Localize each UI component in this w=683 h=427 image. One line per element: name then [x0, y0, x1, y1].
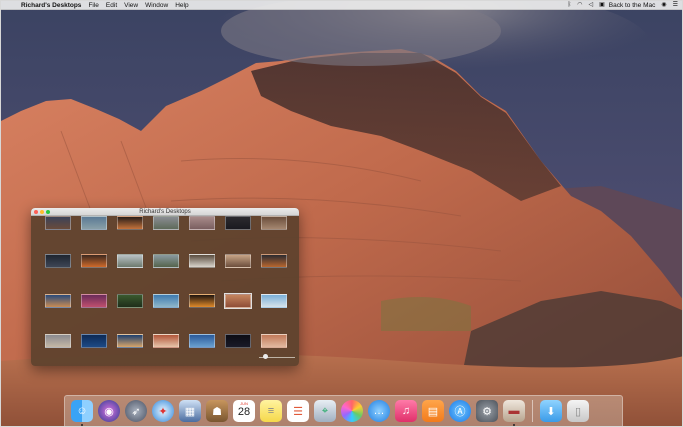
wallpaper-thumb[interactable]: [117, 254, 143, 268]
wallpaper-thumb[interactable]: [45, 216, 71, 230]
status-area: ᛒ ◠ ◁ ▣ Back to the Mac ◉ ☰: [562, 1, 678, 10]
wallpaper-thumb[interactable]: [225, 334, 251, 348]
calendar-icon[interactable]: JUN 28: [233, 400, 255, 422]
back-to-mac-label[interactable]: Back to the Mac: [609, 1, 656, 10]
system-preferences-icon[interactable]: ⚙: [476, 400, 498, 422]
wallpaper-thumb[interactable]: [81, 254, 107, 268]
preview-icon[interactable]: ▦: [179, 400, 201, 422]
volume-icon[interactable]: ◁: [588, 1, 593, 10]
minimize-button[interactable]: [40, 210, 44, 214]
window-title: Richard's Desktops: [139, 209, 191, 215]
dock: ☺ ◉ ➶ ✦ ▦ ☗ JUN 28 ≡ ☰ ⌖ … ♫ ▤ Ⓐ ⚙ ▬ ⬇ ▯: [64, 395, 623, 426]
back-to-mac-icon[interactable]: ▣: [599, 1, 605, 10]
siri-icon[interactable]: ◉: [98, 400, 120, 422]
slider-knob[interactable]: [263, 354, 268, 359]
music-icon[interactable]: ♫: [395, 400, 417, 422]
window-controls: [34, 210, 52, 214]
menu-edit[interactable]: Edit: [106, 1, 117, 10]
maps-icon[interactable]: ⌖: [314, 400, 336, 422]
app-store-icon[interactable]: Ⓐ: [449, 400, 471, 422]
wallpaper-thumb[interactable]: [81, 334, 107, 348]
calendar-day: 28: [237, 406, 251, 418]
wallpaper-thumb[interactable]: [153, 334, 179, 348]
menu-file[interactable]: File: [88, 1, 98, 10]
zoom-button[interactable]: [46, 210, 50, 214]
wallpaper-thumb[interactable]: [189, 216, 215, 230]
finder-icon[interactable]: ☺: [71, 400, 93, 422]
menu-window[interactable]: Window: [145, 1, 168, 10]
wallpaper-thumb[interactable]: [189, 254, 215, 268]
wallpaper-thumb[interactable]: [45, 254, 71, 268]
trash-icon[interactable]: ▯: [567, 400, 589, 422]
desktops-window: Richard's Desktops: [31, 208, 299, 366]
contacts-icon[interactable]: ☗: [206, 400, 228, 422]
window-titlebar[interactable]: Richard's Desktops: [31, 208, 299, 216]
wallpaper-thumb[interactable]: [261, 334, 287, 348]
wallpaper-thumb[interactable]: [117, 294, 143, 308]
wallpaper-grid: [39, 216, 291, 348]
notes-icon[interactable]: ≡: [260, 400, 282, 422]
menu-list-icon[interactable]: ☰: [673, 1, 678, 10]
app-menu-name[interactable]: Richard's Desktops: [21, 1, 81, 10]
menu-bar: Richard's Desktops File Edit View Window…: [1, 1, 682, 10]
running-indicator: [81, 424, 83, 426]
wallpaper-thumb[interactable]: [261, 294, 287, 308]
wallpaper-thumb[interactable]: [117, 334, 143, 348]
bluetooth-icon[interactable]: ᛒ: [568, 1, 572, 10]
wallpaper-thumb[interactable]: [153, 216, 179, 230]
safari-icon[interactable]: ✦: [152, 400, 174, 422]
downloads-folder-icon[interactable]: ⬇: [540, 400, 562, 422]
launchpad-icon[interactable]: ➶: [125, 400, 147, 422]
messages-icon[interactable]: …: [368, 400, 390, 422]
wallpaper-thumb[interactable]: [261, 216, 287, 230]
desktops-app-icon[interactable]: ▬: [503, 400, 525, 422]
close-button[interactable]: [34, 210, 38, 214]
wallpaper-thumb[interactable]: [189, 294, 215, 308]
wallpaper-thumb[interactable]: [153, 294, 179, 308]
wallpaper-thumb[interactable]: [117, 216, 143, 230]
thumbnail-size-slider[interactable]: [259, 354, 295, 360]
running-indicator: [513, 424, 515, 426]
desktop-screen: Richard's Desktops File Edit View Window…: [0, 0, 683, 427]
wallpaper-thumb[interactable]: [153, 254, 179, 268]
wallpaper-thumb[interactable]: [261, 254, 287, 268]
menu-view[interactable]: View: [124, 1, 138, 10]
wallpaper-thumb[interactable]: [225, 216, 251, 230]
menu-help[interactable]: Help: [175, 1, 188, 10]
ibooks-icon[interactable]: ▤: [422, 400, 444, 422]
wallpaper-thumb-selected[interactable]: [224, 293, 252, 309]
wallpaper-thumb[interactable]: [225, 254, 251, 268]
wallpaper-thumb[interactable]: [81, 294, 107, 308]
photos-icon[interactable]: [341, 400, 363, 422]
user-icon[interactable]: ◉: [661, 1, 666, 10]
wallpaper-thumb[interactable]: [189, 334, 215, 348]
wallpaper-thumb[interactable]: [45, 334, 71, 348]
wifi-icon[interactable]: ◠: [577, 1, 582, 10]
reminders-icon[interactable]: ☰: [287, 400, 309, 422]
dock-separator: [532, 400, 533, 422]
wallpaper-thumb[interactable]: [45, 294, 71, 308]
wallpaper-thumb[interactable]: [81, 216, 107, 230]
